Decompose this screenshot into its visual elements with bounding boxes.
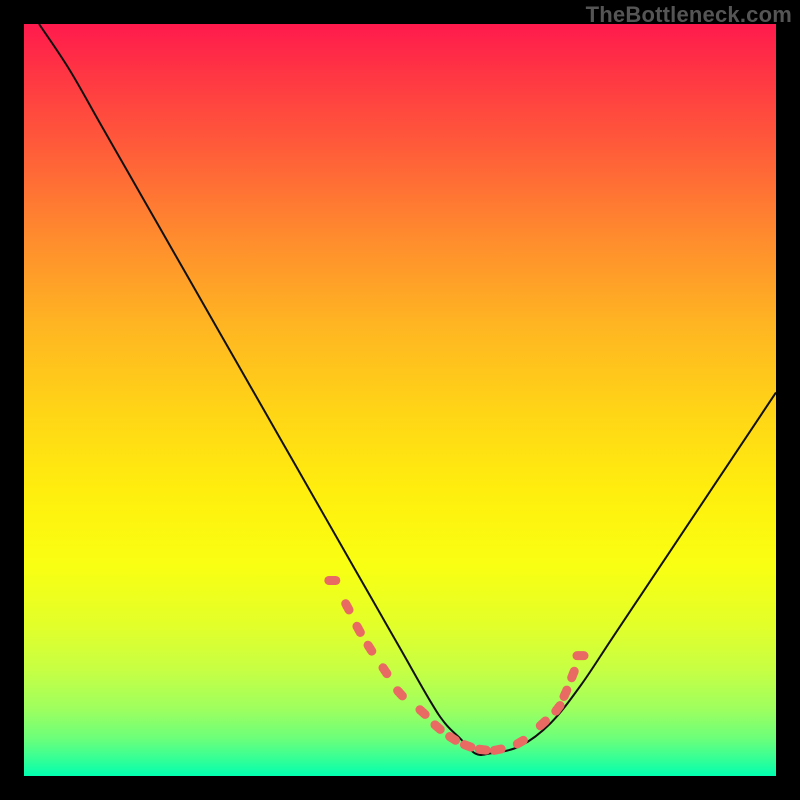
highlight-marker xyxy=(414,703,432,720)
highlight-marker xyxy=(351,620,367,638)
highlight-marker xyxy=(391,684,408,702)
highlight-marker xyxy=(572,651,588,660)
highlight-marker xyxy=(340,598,356,616)
bottleneck-curve xyxy=(39,24,776,755)
highlight-marker xyxy=(443,730,461,746)
highlight-marker xyxy=(377,662,393,680)
highlight-markers xyxy=(324,576,588,756)
highlight-marker xyxy=(362,639,378,657)
highlight-marker xyxy=(566,665,580,683)
chart-svg xyxy=(24,24,776,776)
highlight-marker xyxy=(489,744,506,756)
chart-area xyxy=(24,24,776,776)
highlight-marker xyxy=(324,576,340,585)
